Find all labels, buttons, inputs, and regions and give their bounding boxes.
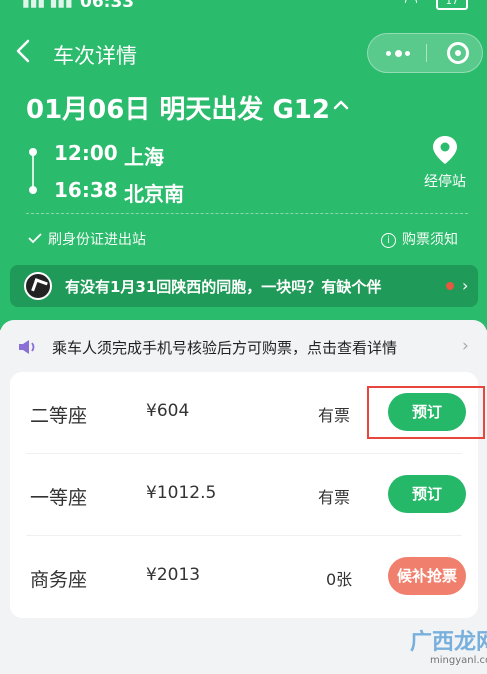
phone-verify-banner[interactable]: 乘车人须完成手机号核验后方可购票，点击查看详情 › bbox=[0, 320, 487, 370]
depart-time: 12:00 bbox=[54, 141, 118, 165]
check-icon bbox=[28, 233, 42, 244]
seat-row: 商务座 ¥2013 0张 候补抢票 bbox=[10, 536, 478, 618]
signal-icon: ▮▮▮ ▮▮▮ bbox=[22, 0, 73, 10]
close-miniprogram-button[interactable] bbox=[447, 42, 469, 64]
seat-price: ¥2013 bbox=[146, 565, 201, 585]
arrive-time: 16:38 bbox=[54, 178, 118, 202]
miniprogram-capsule bbox=[367, 33, 483, 73]
book-button[interactable]: 预订 bbox=[388, 475, 466, 513]
status-time: 06:33 bbox=[80, 0, 135, 12]
seat-availability: 有票 bbox=[318, 406, 351, 425]
via-stations-button[interactable]: 经停站 bbox=[420, 134, 470, 190]
community-banner[interactable]: 有没有1月31回陕西的同胞，一块吗？有缺个伴 › bbox=[10, 265, 478, 307]
seat-price: ¥604 bbox=[146, 401, 190, 421]
seat-price: ¥1012.5 bbox=[146, 483, 217, 503]
capsule-divider bbox=[426, 44, 427, 62]
dot-icon bbox=[386, 51, 391, 56]
info-icon: i bbox=[381, 233, 396, 248]
seat-class: 一等座 bbox=[30, 487, 88, 509]
ticket-notice-text: 购票须知 bbox=[402, 232, 458, 248]
community-message: 有没有1月31回陕西的同胞，一块吗？有缺个伴 bbox=[65, 278, 382, 296]
location-pin-icon bbox=[433, 136, 457, 164]
dashed-divider bbox=[26, 213, 468, 214]
dot-icon bbox=[395, 50, 402, 57]
seat-class: 二等座 bbox=[30, 405, 88, 427]
depart-station: 上海 bbox=[124, 145, 164, 169]
back-button[interactable] bbox=[12, 36, 40, 68]
seat-list: 二等座 ¥604 有票 预订 一等座 ¥1012.5 有票 预订 商务座 ¥20… bbox=[10, 372, 485, 618]
watermark-url: mingyanl.com bbox=[430, 655, 487, 666]
via-stations-label: 经停站 bbox=[424, 174, 466, 190]
notification-dot bbox=[446, 282, 454, 290]
chevron-right-icon: › bbox=[462, 276, 469, 295]
id-card-note-text: 刷身份证进出站 bbox=[48, 232, 146, 248]
expand-toggle[interactable] bbox=[332, 97, 350, 111]
trip-header: ▮▮▮ ▮▮▮ 06:33 ◠ 17 车次详情 01月06日 明天出发 G12 … bbox=[0, 0, 487, 330]
highlight-box bbox=[367, 386, 485, 439]
route-line bbox=[32, 153, 34, 189]
wifi-icon: ◠ bbox=[404, 0, 418, 11]
chevron-right-icon: › bbox=[462, 336, 469, 356]
dot-icon bbox=[405, 51, 410, 56]
route-timeline bbox=[26, 140, 40, 200]
arrive-dot bbox=[29, 186, 37, 194]
page-title: 车次详情 bbox=[53, 44, 137, 68]
id-card-note: 刷身份证进出站 bbox=[28, 229, 146, 249]
seat-availability: 有票 bbox=[318, 488, 351, 507]
speaker-icon bbox=[19, 340, 35, 354]
booking-card: 乘车人须完成手机号核验后方可购票，点击查看详情 › 二等座 ¥604 有票 预订… bbox=[0, 320, 487, 674]
arrive-station: 北京南 bbox=[124, 182, 184, 206]
avatar bbox=[24, 272, 52, 300]
trip-date-train: 01月06日 明天出发 G12 bbox=[26, 95, 330, 125]
seat-row: 二等座 ¥604 有票 预订 bbox=[10, 372, 485, 454]
chevron-left-icon bbox=[16, 39, 30, 63]
seat-row: 一等座 ¥1012.5 有票 预订 bbox=[10, 454, 478, 536]
battery-icon: 17 bbox=[436, 0, 468, 10]
seat-availability: 0张 bbox=[326, 570, 353, 589]
watermark-logo: 广西龙网 bbox=[410, 630, 487, 655]
phone-verify-text: 乘车人须完成手机号核验后方可购票，点击查看详情 bbox=[52, 339, 398, 357]
ticket-notice-link[interactable]: i 购票须知 bbox=[381, 229, 458, 249]
status-bar: ▮▮▮ ▮▮▮ 06:33 ◠ 17 bbox=[0, 0, 487, 16]
waitlist-button[interactable]: 候补抢票 bbox=[388, 557, 466, 595]
seat-class: 商务座 bbox=[30, 569, 88, 591]
chevron-up-icon bbox=[333, 100, 349, 110]
more-button[interactable] bbox=[368, 34, 426, 72]
